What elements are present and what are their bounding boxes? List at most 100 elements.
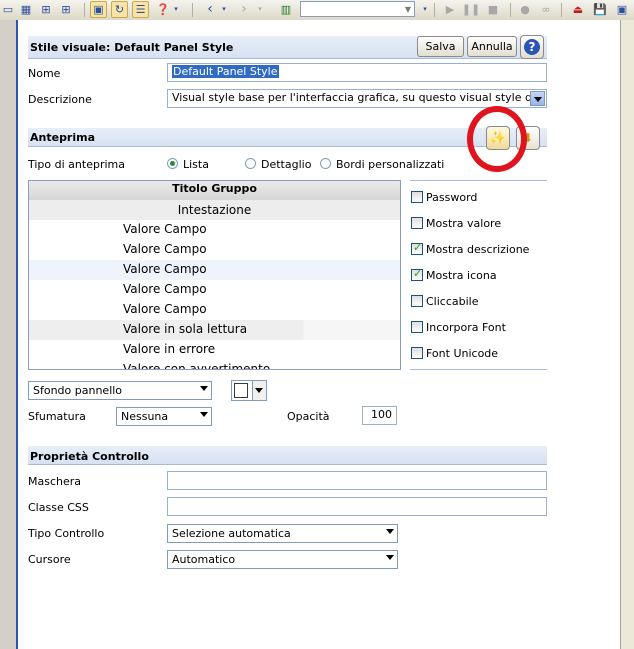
- form-icon[interactable]: ▣: [90, 1, 107, 18]
- toolbar-separator: [561, 3, 562, 17]
- toolbar-separator: [84, 3, 85, 17]
- description-value: Visual style base per l'interfaccia graf…: [172, 91, 536, 104]
- toolbar-separator: [192, 3, 193, 17]
- toolbar-combo[interactable]: ▼: [300, 1, 415, 17]
- css-class-label: Classe CSS: [28, 501, 89, 514]
- chevron-down-icon: [386, 555, 394, 560]
- description-field[interactable]: Visual style base per l'interfaccia graf…: [167, 89, 547, 108]
- radio-bordi[interactable]: [320, 158, 331, 169]
- glasses-icon[interactable]: ∞: [538, 1, 554, 17]
- save-icon[interactable]: 💾: [592, 1, 608, 17]
- chevron-down-icon: [534, 97, 542, 102]
- exit-icon[interactable]: ⏏: [570, 1, 586, 17]
- control-type-label: Tipo Controllo: [28, 527, 105, 540]
- preview-row: Valore Campo: [29, 220, 400, 240]
- preview-row-value: Valore in errore: [123, 342, 216, 356]
- checkbox-cliccabile[interactable]: [411, 295, 423, 307]
- radio-dettaglio[interactable]: [245, 158, 256, 169]
- chevron-down-icon[interactable]: ▾: [421, 1, 429, 17]
- chevron-down-icon[interactable]: ▾: [172, 1, 180, 17]
- play-icon[interactable]: ▶: [442, 1, 458, 17]
- checkbox-mostra-descrizione[interactable]: ✓: [411, 241, 423, 255]
- mask-field[interactable]: [167, 471, 547, 490]
- color-swatch: [234, 383, 248, 398]
- page-title: Stile visuale: Default Panel Style: [30, 41, 234, 54]
- preview-row: Valore Campo: [29, 300, 400, 320]
- preview-row-warning: Valore con avvertimento: [29, 360, 400, 369]
- preview-box: Titolo Gruppo Intestazione Valore Campo …: [28, 180, 401, 370]
- name-field[interactable]: Default Panel Style: [167, 63, 547, 82]
- radio-dettaglio-label: Dettaglio: [261, 158, 312, 171]
- cursor-select[interactable]: Automatico: [167, 550, 398, 569]
- checkbox-incorpora-font[interactable]: [411, 321, 423, 333]
- group-title: Titolo Gruppo: [29, 181, 400, 200]
- css-class-field[interactable]: [167, 497, 547, 516]
- right-dock-strip: [620, 20, 634, 649]
- pause-icon[interactable]: ❚❚: [462, 1, 480, 17]
- preview-row: Valore Campo: [29, 240, 400, 260]
- highlight-circle: [467, 106, 527, 172]
- grid-plus-icon[interactable]: ⊞: [58, 1, 74, 17]
- checkbox-mostra-icona-label: Mostra icona: [426, 269, 497, 282]
- help-button[interactable]: ?: [520, 35, 544, 59]
- preview-row-error: Valore in errore: [29, 340, 400, 360]
- control-type-value: Selezione automatica: [172, 527, 291, 540]
- checkbox-incorpora-font-label: Incorpora Font: [426, 321, 506, 334]
- preview-row-value: Valore Campo: [123, 302, 207, 316]
- checkbox-font-unicode-label: Font Unicode: [426, 347, 499, 360]
- preview-row-readonly: Valore in sola lettura: [29, 320, 400, 340]
- group-heading: Intestazione: [29, 200, 400, 220]
- list-icon[interactable]: ☰: [132, 1, 149, 18]
- preview-row-value: Valore Campo: [123, 222, 207, 236]
- opacity-value: 100: [371, 408, 392, 421]
- cancel-button[interactable]: Annulla: [467, 36, 517, 57]
- record-icon[interactable]: ●: [517, 1, 533, 17]
- checkbox-cliccabile-label: Cliccabile: [426, 295, 479, 308]
- grid-icon[interactable]: ▦: [18, 1, 34, 17]
- opacity-label: Opacità: [287, 410, 330, 423]
- checkbox-mostra-valore[interactable]: [411, 217, 423, 229]
- background-select[interactable]: Sfondo pannello: [28, 381, 212, 400]
- cursor-label: Cursore: [28, 553, 71, 566]
- radio-lista-label: Lista: [183, 158, 209, 171]
- chevron-down-icon[interactable]: ▾: [220, 1, 228, 17]
- cursor-value: Automatico: [172, 553, 236, 566]
- opacity-field[interactable]: 100: [362, 406, 397, 425]
- description-label: Descrizione: [28, 93, 92, 106]
- checkbox-mostra-icona[interactable]: ✓: [411, 267, 423, 281]
- question-icon: ?: [524, 39, 540, 55]
- divider: [410, 180, 547, 181]
- preview-row-value: Valore in sola lettura: [123, 322, 248, 336]
- control-header: Proprietà Controllo: [28, 446, 547, 465]
- divider: [410, 369, 547, 370]
- chevron-down-icon: ▼: [404, 4, 412, 14]
- close-window-icon[interactable]: ▣: [614, 1, 630, 17]
- grid-split-icon[interactable]: ⊞: [38, 1, 54, 17]
- checkbox-password-label: Password: [426, 191, 478, 204]
- save-button[interactable]: Salva: [417, 36, 464, 57]
- chevron-down-icon[interactable]: ▾: [256, 1, 264, 17]
- name-value: Default Panel Style: [172, 65, 279, 78]
- panel-icon[interactable]: ▥: [278, 1, 294, 17]
- preview-row: Valore Campo: [29, 280, 400, 300]
- toolbar: ▭ ▦ ⊞ ⊞ ▣ ↻ ☰ ❓ ▾ ‹ ▾ › ▾ ▥ ▼ ▾ ▶ ❚❚ ■ ●…: [0, 0, 634, 21]
- expand-button[interactable]: [530, 91, 545, 106]
- gradient-label: Sfumatura: [28, 410, 86, 423]
- color-picker[interactable]: [231, 380, 267, 401]
- control-type-select[interactable]: Selezione automatica: [167, 524, 398, 543]
- refresh-icon[interactable]: ↻: [111, 1, 128, 18]
- back-arrow-icon[interactable]: ‹: [202, 1, 218, 17]
- checkbox-password[interactable]: [411, 191, 423, 203]
- checkbox-font-unicode[interactable]: [411, 347, 423, 359]
- gradient-select[interactable]: Nessuna: [116, 407, 212, 426]
- check-icon: ✓: [413, 241, 423, 254]
- stop-icon[interactable]: ■: [485, 1, 501, 17]
- check-icon: ✓: [413, 267, 423, 280]
- control-title: Proprietà Controllo: [30, 450, 149, 463]
- gradient-select-value: Nessuna: [121, 410, 169, 423]
- forward-arrow-icon[interactable]: ›: [236, 1, 252, 17]
- window-icon[interactable]: ▭: [0, 1, 16, 17]
- checkbox-mostra-valore-label: Mostra valore: [426, 217, 502, 230]
- radio-lista[interactable]: [167, 158, 178, 169]
- help-icon[interactable]: ❓: [155, 1, 171, 17]
